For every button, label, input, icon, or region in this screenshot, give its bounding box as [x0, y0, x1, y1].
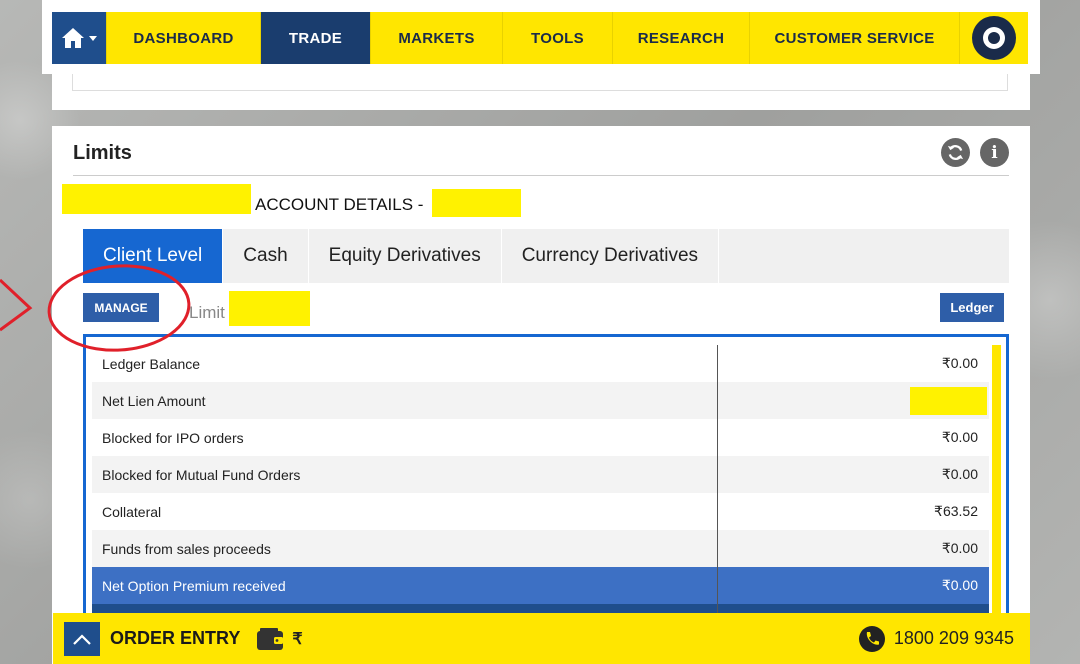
table-row: Funds from sales proceeds ₹0.00	[92, 530, 989, 567]
limits-panel: Limits i ACCOUNT DETAILS - Client Level …	[52, 126, 1030, 664]
row-label: Blocked for IPO orders	[102, 429, 244, 446]
row-label: Collateral	[102, 503, 162, 520]
home-button[interactable]	[52, 12, 106, 64]
redacted-account-id	[432, 189, 521, 217]
row-label: Net Lien Amount	[102, 392, 206, 409]
limit-text: Limit	[189, 303, 225, 322]
chevron-down-icon	[89, 35, 97, 41]
nav-subpanel	[52, 74, 1030, 110]
ledger-button[interactable]: Ledger	[940, 293, 1004, 322]
row-value: ₹0.00	[941, 466, 978, 482]
chevron-up-icon	[73, 633, 91, 645]
table-row: Blocked for IPO orders ₹0.00	[92, 419, 989, 456]
redacted-limit-value	[229, 291, 310, 326]
refresh-button[interactable]	[941, 138, 970, 167]
row-label: Ledger Balance	[102, 355, 201, 372]
table-row: Ledger Balance ₹0.00	[92, 345, 989, 382]
order-entry-toggle[interactable]	[64, 621, 100, 656]
target-logo-icon	[971, 16, 1016, 60]
helpline-number: 1800 209 9345	[893, 628, 1014, 648]
nav-tools[interactable]: TOOLS	[502, 12, 612, 64]
nav-research[interactable]: RESEARCH	[612, 12, 749, 64]
page-title: Limits	[73, 142, 132, 164]
currency-symbol: ₹	[292, 630, 303, 648]
nav-customer-service[interactable]: CUSTOMER SERVICE	[749, 12, 959, 64]
row-value: ₹0.00	[941, 577, 978, 593]
order-entry-bar: ORDER ENTRY ₹ 1800 209 9345	[53, 613, 1030, 664]
main-nav: DASHBOARD TRADE MARKETS TOOLS RESEARCH C…	[52, 12, 1028, 64]
segment-tabs: Client Level Cash Equity Derivatives Cur…	[83, 229, 1009, 283]
table-row-selected[interactable]: Net Option Premium received ₹0.00	[92, 567, 989, 604]
column-divider	[717, 345, 718, 624]
row-value: ₹0.00	[941, 355, 978, 371]
redacted-client-name	[62, 184, 251, 214]
row-label: Net Option Premium received	[102, 577, 286, 594]
row-value: ₹0.00	[941, 429, 978, 445]
title-divider	[73, 175, 1009, 176]
tab-equity-derivatives[interactable]: Equity Derivatives	[309, 229, 502, 283]
tab-currency-derivatives[interactable]: Currency Derivatives	[502, 229, 720, 283]
helpline[interactable]: 1800 209 9345	[858, 625, 1014, 653]
redacted-lien-amount	[910, 387, 987, 415]
refresh-icon	[947, 145, 964, 160]
phone-icon	[858, 625, 885, 652]
order-entry-label[interactable]: ORDER ENTRY	[110, 628, 240, 649]
row-value: ₹0.00	[941, 540, 978, 556]
table-row: Collateral ₹63.52	[92, 493, 989, 530]
row-value: ₹63.52	[934, 503, 978, 519]
top-nav-card: DASHBOARD TRADE MARKETS TOOLS RESEARCH C…	[42, 0, 1040, 74]
home-icon	[62, 28, 84, 48]
info-button[interactable]: i	[980, 138, 1009, 167]
nav-trade[interactable]: TRADE	[260, 12, 370, 64]
limits-table: Ledger Balance ₹0.00 Net Lien Amount Blo…	[83, 334, 1009, 624]
wallet-balance[interactable]: ₹	[256, 627, 303, 651]
table-row: Blocked for Mutual Fund Orders ₹0.00	[92, 456, 989, 493]
info-icon: i	[991, 142, 998, 163]
nav-subpanel-box	[72, 74, 1008, 91]
tab-cash[interactable]: Cash	[223, 229, 309, 283]
row-label: Blocked for Mutual Fund Orders	[102, 466, 301, 483]
nav-markets[interactable]: MARKETS	[370, 12, 502, 64]
nav-dashboard[interactable]: DASHBOARD	[106, 12, 260, 64]
table-scrollbar[interactable]	[992, 345, 1001, 624]
manage-button[interactable]: MANAGE	[83, 293, 159, 322]
table-row: Net Lien Amount	[92, 382, 989, 419]
wallet-icon	[257, 627, 284, 650]
tab-client-level[interactable]: Client Level	[83, 229, 224, 283]
account-details-label: ACCOUNT DETAILS -	[255, 195, 424, 214]
row-label: Funds from sales proceeds	[102, 540, 271, 557]
brand-logo[interactable]	[959, 12, 1027, 64]
